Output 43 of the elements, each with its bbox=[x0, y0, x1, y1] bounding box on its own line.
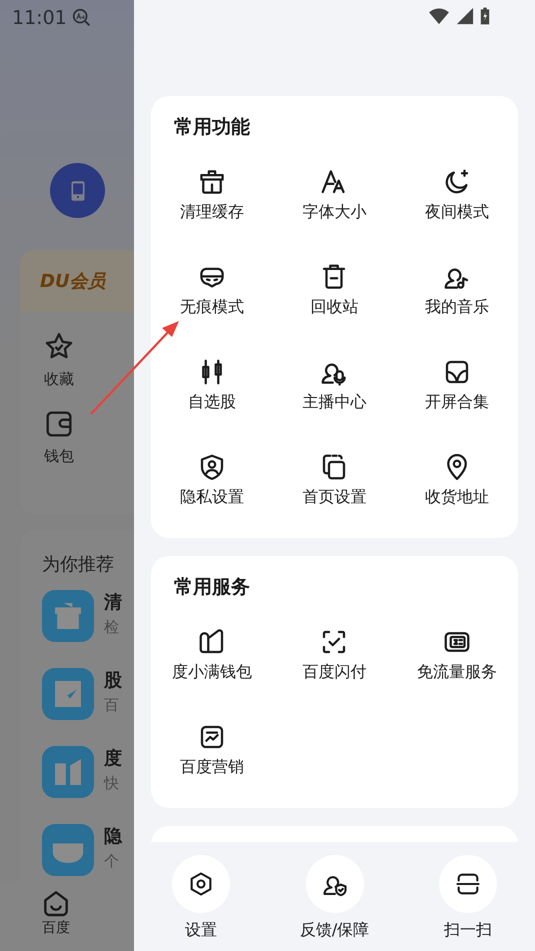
feature-item[interactable]: 字体大小 bbox=[273, 148, 396, 243]
feature-item[interactable]: 收货地址 bbox=[396, 433, 518, 528]
mask-app-icon bbox=[42, 824, 94, 876]
section-title: 常用功能 bbox=[173, 115, 251, 140]
text-search-icon bbox=[70, 7, 93, 29]
feature-item[interactable]: 百度营销 bbox=[151, 703, 274, 798]
shortcut-item[interactable]: 收藏 bbox=[20, 330, 98, 389]
recommend-item-title[interactable]: 隐 bbox=[104, 824, 122, 848]
recommend-item-title[interactable]: 股 bbox=[104, 668, 122, 692]
feature-item[interactable]: 主播中心 bbox=[273, 338, 396, 433]
feature-item[interactable]: 无痕模式 bbox=[151, 243, 274, 338]
nav-tab[interactable]: 百度 bbox=[40, 881, 72, 951]
chart-app-icon bbox=[42, 668, 94, 720]
battery-icon bbox=[480, 7, 490, 25]
wifi-icon bbox=[428, 7, 450, 25]
feature-item[interactable]: 度小满钱包 bbox=[151, 608, 274, 703]
signal-icon bbox=[456, 7, 474, 25]
feature-item[interactable]: 我的音乐 bbox=[396, 243, 518, 338]
section-title: 常用服务 bbox=[173, 575, 251, 600]
recommend-item-subtitle: 快 bbox=[104, 774, 120, 793]
recommend-item-title[interactable]: 度 bbox=[104, 746, 122, 770]
bucket-app-icon bbox=[42, 590, 94, 642]
feature-item[interactable]: 隐私设置 bbox=[151, 433, 274, 528]
recommend-title: 为你推荐 bbox=[42, 553, 115, 576]
feature-item[interactable]: 免流量服务 bbox=[396, 608, 518, 703]
feature-item[interactable]: 夜间模式 bbox=[396, 148, 518, 243]
member-brand: DU会员 bbox=[40, 270, 106, 293]
feature-item[interactable]: 百度闪付 bbox=[273, 608, 396, 703]
recommend-item-subtitle: 个 bbox=[104, 852, 120, 871]
status-time: 11:01 bbox=[12, 7, 67, 29]
feature-item[interactable]: 自选股 bbox=[151, 338, 274, 433]
feature-item[interactable]: 清理缓存 bbox=[151, 148, 274, 243]
feature-item[interactable]: 回收站 bbox=[273, 243, 396, 338]
action-label[interactable]: 扫一扫 bbox=[444, 920, 492, 941]
feature-item[interactable]: 首页设置 bbox=[273, 433, 396, 528]
recommend-item-subtitle: 检 bbox=[104, 618, 120, 637]
recommend-item-subtitle: 百 bbox=[104, 696, 120, 715]
book-app-icon bbox=[42, 746, 94, 798]
shortcut-item[interactable]: 钱包 bbox=[20, 407, 98, 466]
action-label[interactable]: 设置 bbox=[184, 920, 217, 941]
recommend-item-title[interactable]: 清 bbox=[104, 590, 122, 614]
action-label[interactable]: 反馈/保障 bbox=[300, 920, 370, 941]
feature-item[interactable]: 开屏合集 bbox=[396, 338, 518, 433]
